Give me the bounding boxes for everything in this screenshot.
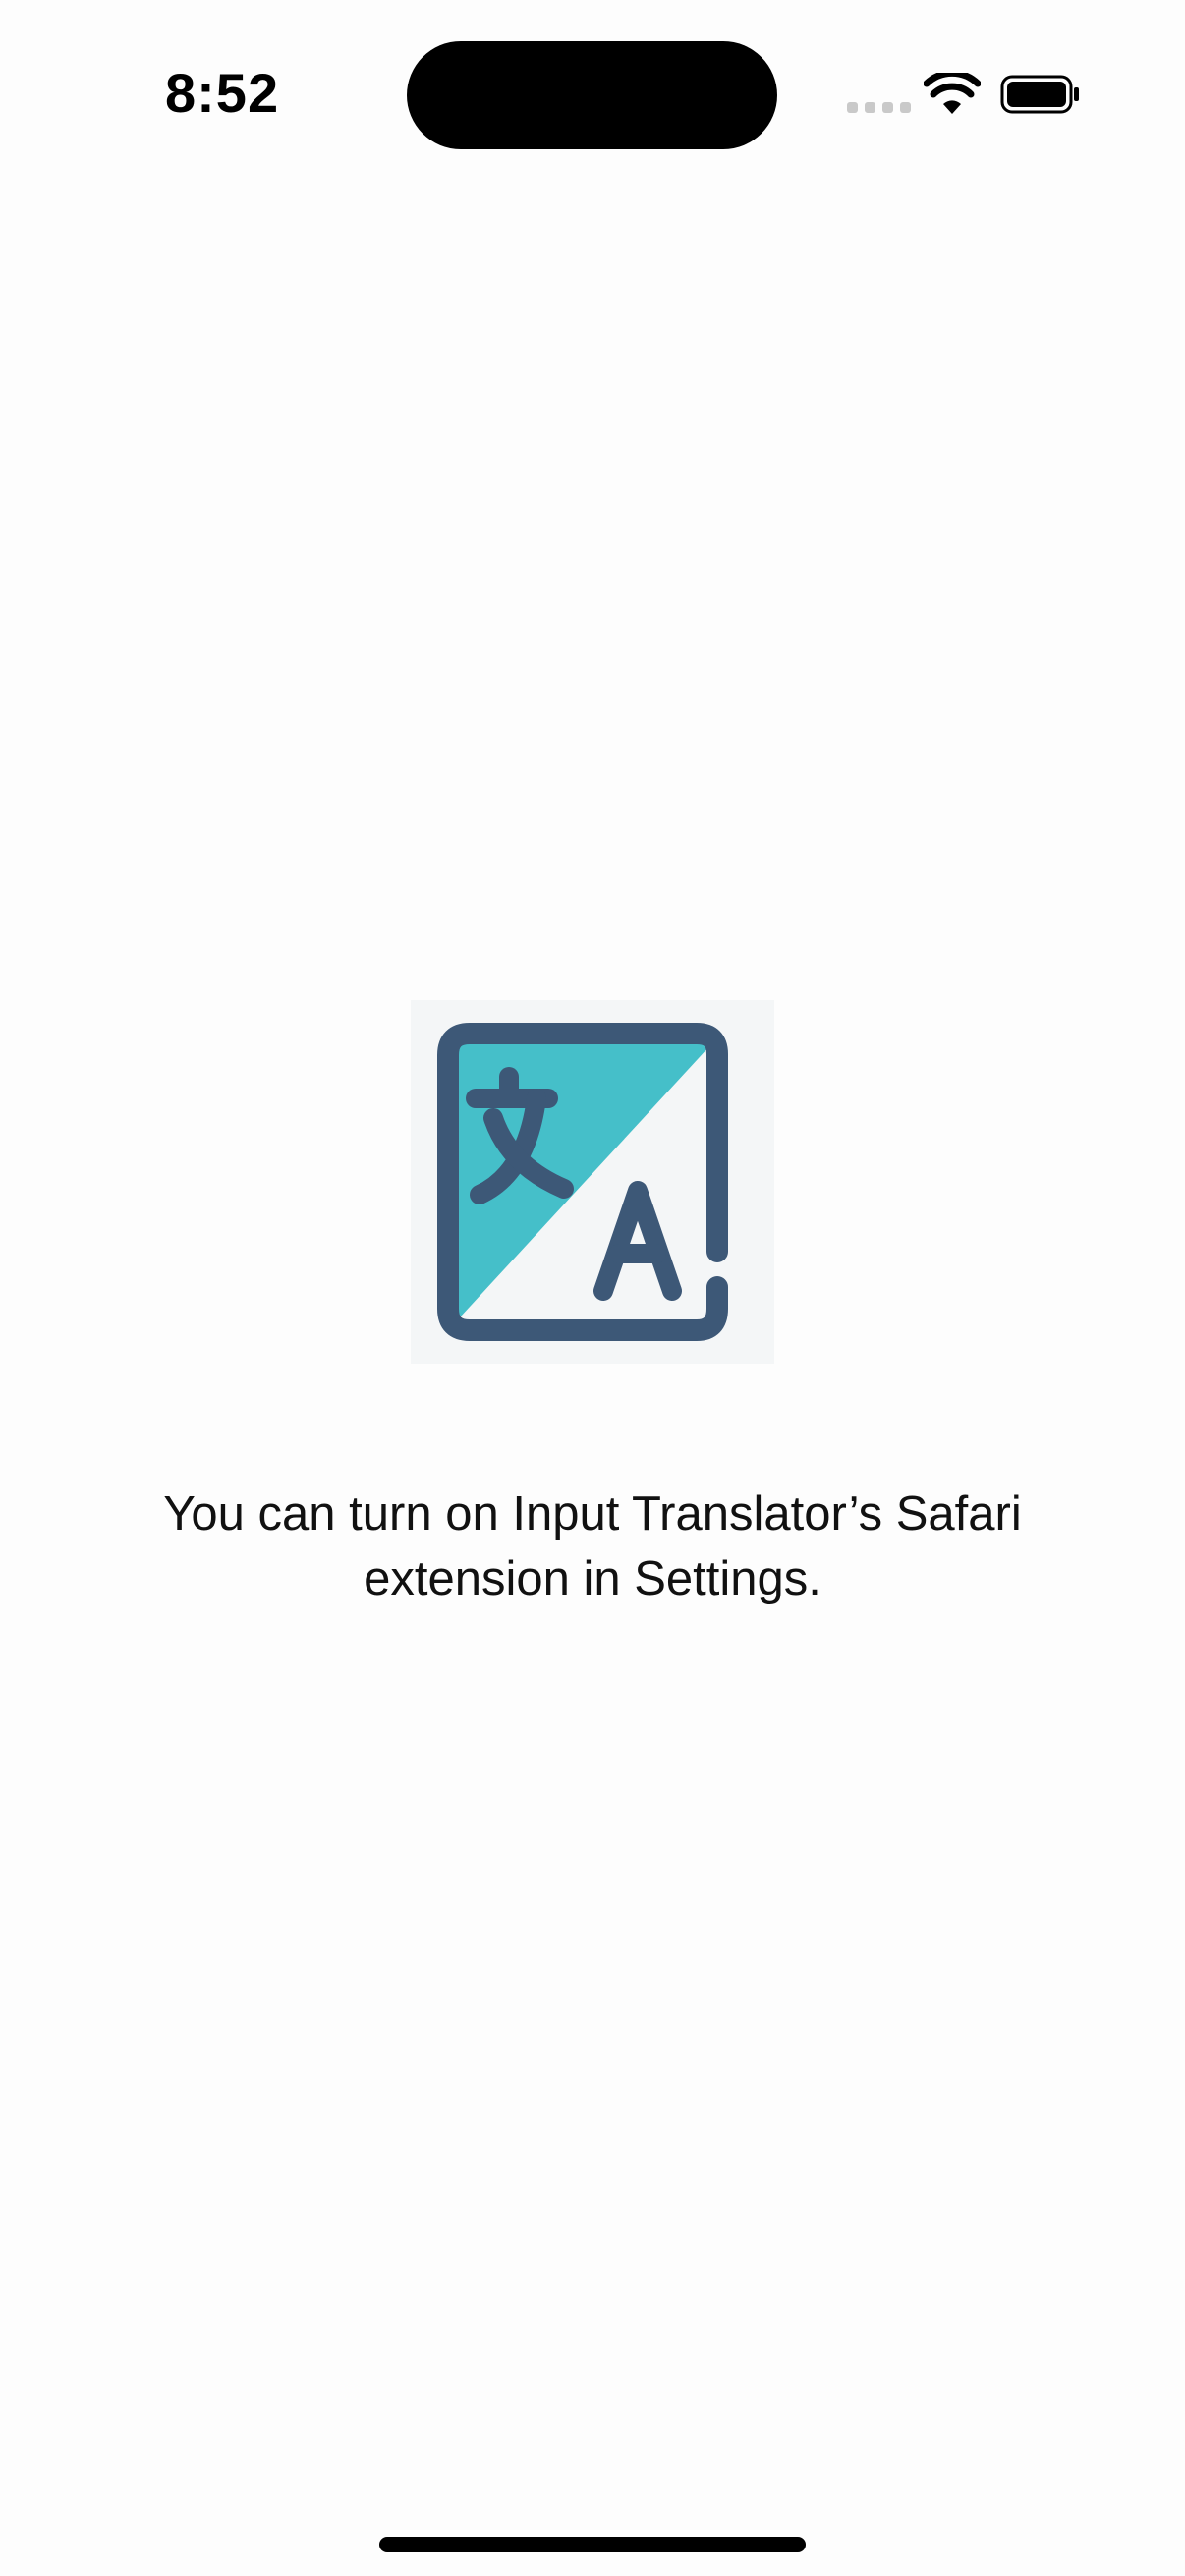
main-content: You can turn on Input Translator’s Safar… — [0, 0, 1185, 2576]
translate-icon — [411, 1000, 774, 1364]
extension-settings-message: You can turn on Input Translator’s Safar… — [163, 1487, 1022, 1605]
home-indicator[interactable] — [379, 2537, 806, 2552]
